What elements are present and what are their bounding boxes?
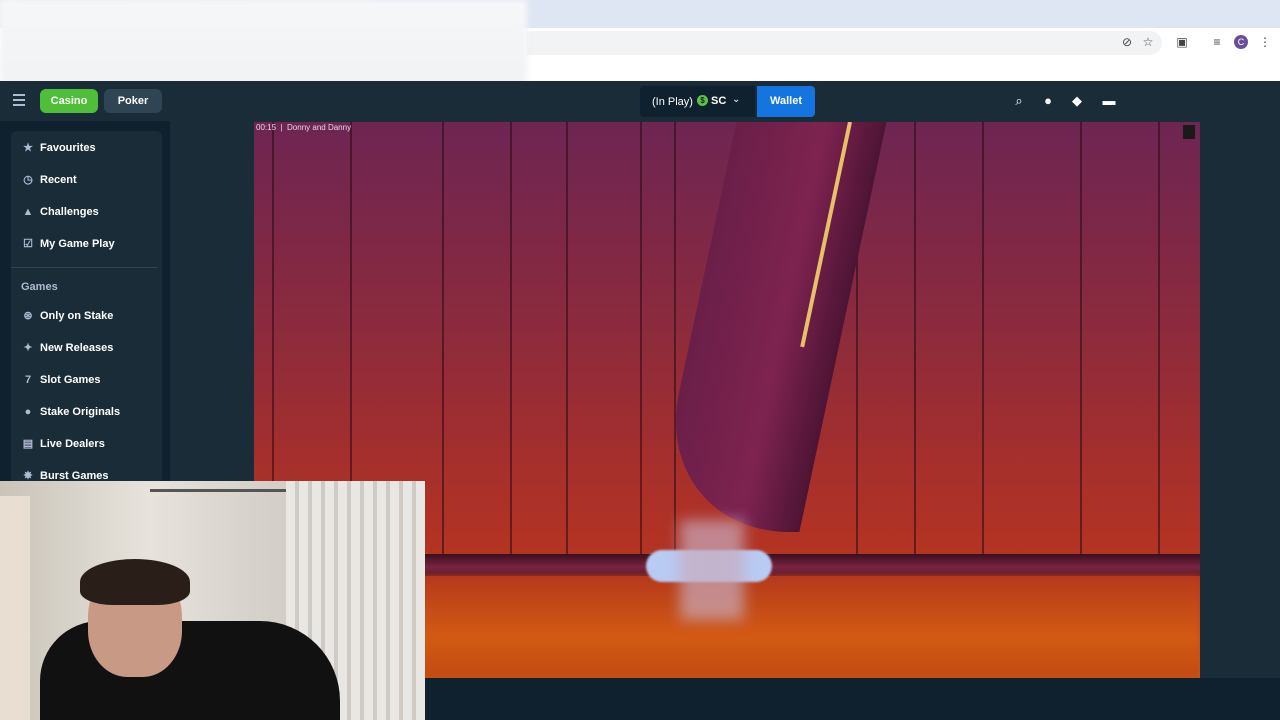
mascot-face-blurred [680, 520, 744, 620]
curtain-fold [649, 122, 889, 532]
curtain-stripe [982, 122, 984, 558]
flame-icon: ● [24, 406, 32, 418]
mute-icon[interactable]: ⊘ [1120, 35, 1134, 49]
curtain-stripe [510, 122, 512, 558]
sparkle-icon: ✦ [23, 342, 33, 354]
wallet-button[interactable]: Wallet [757, 86, 815, 117]
search-icon[interactable]: ⌕ [1011, 93, 1027, 109]
stake-icon: ⊛ [23, 310, 33, 322]
user-icon[interactable]: ● [1040, 93, 1056, 109]
star-icon: ★ [23, 142, 33, 154]
sidebar-item-label: Recent [40, 174, 77, 186]
page-footer-bar [425, 678, 1280, 720]
poker-tab[interactable]: Poker [104, 89, 162, 113]
profile-avatar[interactable]: C [1234, 35, 1248, 49]
sidebar-item-label: Favourites [40, 142, 96, 154]
sidebar-item-label: Live Dealers [40, 438, 105, 450]
streamer-jacket [40, 621, 340, 720]
address-bar[interactable] [526, 31, 1162, 55]
sidebar-item-label: Stake Originals [40, 406, 121, 418]
title-separator: | [278, 123, 285, 132]
sidebar-section-title: Games [21, 281, 58, 293]
sidebar-item-label: Slot Games [40, 374, 101, 386]
game-title: Donny and Danny [287, 123, 352, 132]
currency-label: SC [711, 95, 727, 107]
slot-icon: 7 [24, 374, 32, 386]
hamburger-menu-icon[interactable] [13, 94, 25, 106]
cone-icon: ▲ [22, 206, 34, 218]
extension-icon[interactable]: ▣ [1175, 35, 1189, 49]
sidebar-item-my-game-play[interactable]: ☑ My Game Play [22, 236, 115, 252]
bell-icon[interactable]: ◆ [1069, 93, 1085, 109]
clock-icon: ◷ [23, 174, 33, 186]
curtain-stripe [640, 122, 642, 558]
curtain-stripe [566, 122, 568, 558]
sidebar-divider [11, 267, 158, 268]
star-icon[interactable]: ☆ [1141, 35, 1155, 49]
curtain-stripe [674, 122, 676, 558]
sidebar-item-live-dealers[interactable]: ▤ Live Dealers [22, 436, 105, 452]
chat-icon[interactable]: ▬ [1101, 93, 1117, 109]
curtain-stripe [1158, 122, 1160, 558]
game-title-bar: 00:15 | Donny and Danny [256, 123, 351, 132]
curtain-stripe [914, 122, 916, 558]
game-timer: 00:15 [256, 123, 277, 132]
media-icon[interactable]: ≡ [1210, 35, 1224, 49]
sidebar-item-label: Only on Stake [40, 310, 114, 322]
streamer-hair [80, 559, 190, 605]
game-mascot [646, 520, 772, 620]
sidebar-item-recent[interactable]: ◷ Recent [22, 172, 77, 188]
game-corner-icon[interactable] [1183, 125, 1195, 139]
curtain-stripe [1080, 122, 1082, 558]
chevron-down-icon[interactable]: ⌄ [732, 94, 740, 105]
sweeps-coin-icon: $ [697, 95, 708, 106]
sidebar-item-label: My Game Play [40, 238, 115, 250]
webcam-overlay [0, 481, 425, 720]
casino-tab[interactable]: Casino [40, 89, 98, 113]
sidebar-item-stake-originals[interactable]: ● Stake Originals [22, 404, 120, 420]
curtain-stripe [442, 122, 444, 558]
in-play-label: (In Play) [652, 96, 693, 108]
door [0, 496, 30, 720]
sidebar-item-slot-games[interactable]: 7 Slot Games [22, 372, 101, 388]
sidebar-item-new-releases[interactable]: ✦ New Releases [22, 340, 113, 356]
menu-dots-icon[interactable]: ⋮ [1258, 35, 1272, 49]
dealer-icon: ▤ [22, 438, 34, 450]
sidebar-item-challenges[interactable]: ▲ Challenges [22, 204, 99, 220]
sidebar-item-only-on-stake[interactable]: ⊛ Only on Stake [22, 308, 113, 324]
checkbox-icon: ☑ [23, 238, 33, 250]
sidebar-item-favourites[interactable]: ★ Favourites [22, 140, 96, 156]
sidebar-item-label: Challenges [40, 206, 99, 218]
sidebar-item-label: New Releases [40, 342, 114, 354]
